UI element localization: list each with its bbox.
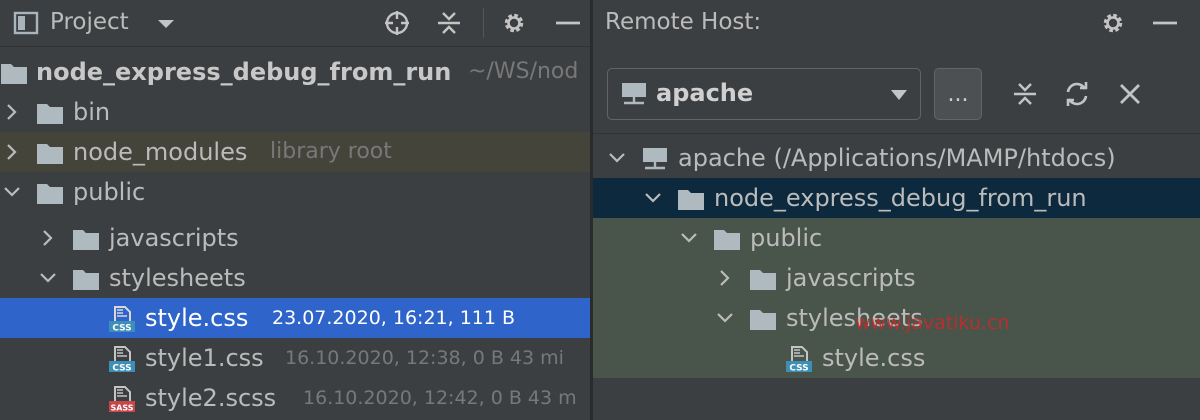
folder-icon xyxy=(36,180,64,206)
tree-item-style2-scss[interactable]: SASS style2.scss 16.10.2020, 12:42, 0 B … xyxy=(0,378,590,418)
remote-tree-item-apache[interactable]: apache (/Applications/MAMP/htdocs) xyxy=(593,138,1200,178)
file-metadata: 23.07.2020, 16:21, 111 B xyxy=(272,307,516,329)
chevron-down-icon[interactable] xyxy=(607,138,627,178)
toolbar-border xyxy=(593,133,1200,134)
svg-text:CSS: CSS xyxy=(112,364,131,373)
folder-icon xyxy=(36,140,64,166)
css-file-icon: CSS xyxy=(785,346,813,372)
tree-item-path: ~/WS/nod xyxy=(468,59,579,84)
project-toolbar: Project xyxy=(0,0,590,47)
file-metadata: 16.10.2020, 12:42, 0 B 43 m xyxy=(303,387,577,409)
server-icon xyxy=(620,81,648,107)
project-panel: Project node_express_debug_from_run ~/WS… xyxy=(0,0,590,420)
close-icon[interactable] xyxy=(1116,80,1144,108)
tree-item-label: style1.css xyxy=(145,344,264,372)
dropdown-caret-icon xyxy=(890,87,908,101)
browse-servers-button[interactable]: ... xyxy=(934,68,982,120)
server-select-value: apache xyxy=(656,79,754,107)
remote-host-title: Remote Host: xyxy=(605,9,762,35)
folder-icon xyxy=(713,226,741,252)
tree-item-style-css[interactable]: CSS style.css 23.07.2020, 16:21, 111 B xyxy=(0,298,590,338)
folder-icon xyxy=(749,306,777,332)
chevron-right-icon[interactable] xyxy=(38,218,58,258)
toolbar-separator xyxy=(483,8,484,38)
collapse-all-icon[interactable] xyxy=(435,9,463,37)
folder-icon xyxy=(36,100,64,126)
folder-icon xyxy=(749,266,777,292)
tree-item-label: public xyxy=(73,178,146,206)
tree-item-label: style2.scss xyxy=(145,384,277,412)
file-metadata: 16.10.2020, 12:38, 0 B 43 mi xyxy=(285,347,564,369)
svg-text:CSS: CSS xyxy=(789,364,808,373)
css-file-icon: CSS xyxy=(108,346,136,372)
remote-tree-item-public[interactable]: public xyxy=(593,218,1200,258)
tree-item-label: node_express_debug_from_run xyxy=(36,58,452,86)
tree-item-label: apache (/Applications/MAMP/htdocs) xyxy=(678,144,1116,172)
server-icon xyxy=(641,146,669,172)
hide-icon[interactable] xyxy=(554,9,582,37)
chevron-down-icon[interactable] xyxy=(38,258,58,298)
tree-item-stylesheets[interactable]: stylesheets xyxy=(0,258,590,298)
tree-item-label: style.css xyxy=(822,344,926,372)
tree-item-root[interactable]: node_express_debug_from_run ~/WS/nod xyxy=(0,52,590,92)
tree-item-label: stylesheets xyxy=(109,264,246,292)
tree-item-javascripts[interactable]: javascripts xyxy=(0,218,590,258)
locate-icon[interactable] xyxy=(383,9,411,37)
svg-text:SASS: SASS xyxy=(110,404,133,413)
chevron-right-icon[interactable] xyxy=(2,132,22,172)
folder-icon xyxy=(677,186,705,212)
chevron-down-icon[interactable] xyxy=(643,178,663,218)
empty-tree-area xyxy=(593,378,1200,420)
library-root-hint: library root xyxy=(270,139,392,164)
chevron-down-icon[interactable] xyxy=(679,218,699,258)
chevron-right-icon[interactable] xyxy=(2,92,22,132)
css-file-icon: CSS xyxy=(108,306,136,332)
remote-tree-item-style-css[interactable]: CSS style.css xyxy=(593,338,1200,378)
remote-host-toolbar: Remote Host: xyxy=(593,0,1200,47)
remote-tree-item-javascripts[interactable]: javascripts xyxy=(593,258,1200,298)
sass-file-icon: SASS xyxy=(108,386,136,412)
project-window-icon[interactable] xyxy=(12,9,40,37)
tree-item-label: node_express_debug_from_run xyxy=(714,184,1087,212)
gear-icon[interactable] xyxy=(500,9,528,37)
watermark: www.javatiku.cn xyxy=(855,312,1010,334)
chevron-down-icon[interactable] xyxy=(715,298,735,338)
folder-icon xyxy=(72,226,100,252)
server-select[interactable]: apache xyxy=(607,68,921,120)
folder-icon xyxy=(72,266,100,292)
chevron-right-icon[interactable] xyxy=(715,258,735,298)
tree-item-node-modules[interactable]: node_modules library root xyxy=(0,132,590,172)
svg-text:CSS: CSS xyxy=(112,324,131,333)
collapse-all-icon[interactable] xyxy=(1011,80,1039,108)
gear-icon[interactable] xyxy=(1099,9,1127,37)
tree-item-label: javascripts xyxy=(109,224,239,252)
tree-item-label: javascripts xyxy=(786,264,916,292)
tree-item-label: style.css xyxy=(145,304,249,332)
remote-tree-item-project[interactable]: node_express_debug_from_run xyxy=(593,178,1200,218)
chevron-down-icon[interactable] xyxy=(2,172,22,212)
folder-icon xyxy=(0,60,28,86)
tree-item-label: bin xyxy=(73,98,111,126)
remote-host-panel: Remote Host: apache ... apache (/Applica… xyxy=(593,0,1200,420)
tree-item-label: node_modules xyxy=(73,138,248,166)
tree-item-style1-css[interactable]: CSS style1.css 16.10.2020, 12:38, 0 B 43… xyxy=(0,338,590,378)
tree-item-public[interactable]: public xyxy=(0,172,590,212)
tree-item-label: public xyxy=(750,224,823,252)
project-title[interactable]: Project xyxy=(50,9,129,35)
hide-icon[interactable] xyxy=(1151,9,1179,37)
dropdown-caret-icon[interactable] xyxy=(152,9,180,37)
refresh-icon[interactable] xyxy=(1063,80,1091,108)
tree-item-bin[interactable]: bin xyxy=(0,92,590,132)
